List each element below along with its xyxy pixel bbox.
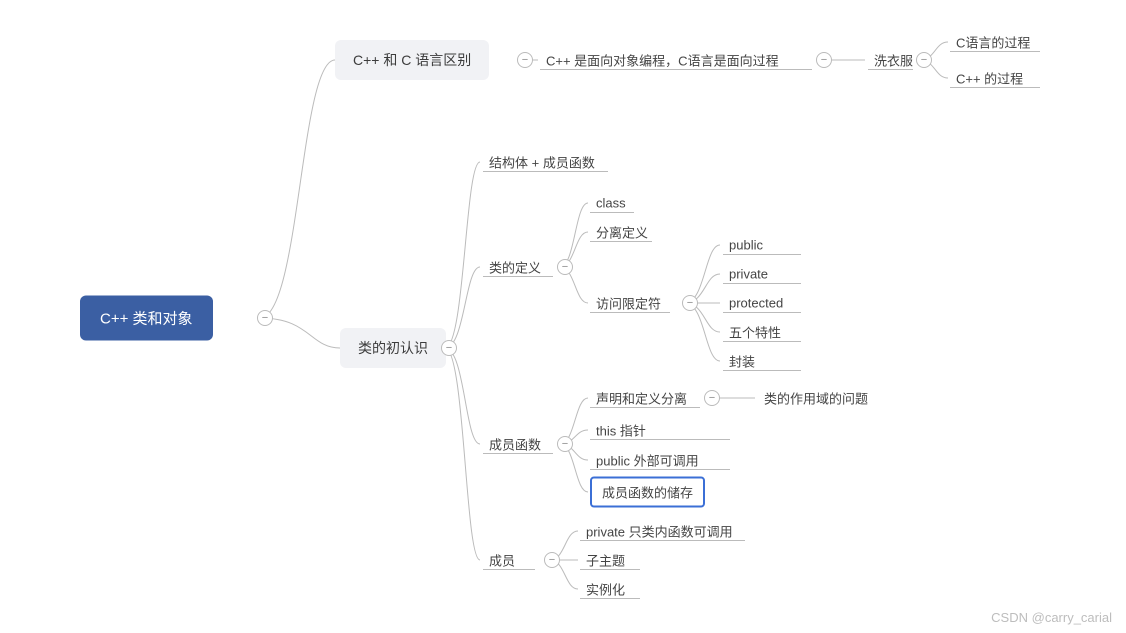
underline — [483, 276, 553, 277]
toggle-laundry[interactable] — [916, 52, 932, 68]
underline — [483, 171, 608, 172]
underline — [580, 540, 745, 541]
underline — [723, 254, 801, 255]
underline — [950, 87, 1040, 88]
toggle-class-def[interactable] — [557, 259, 573, 275]
toggle-cpp-vs-c[interactable] — [517, 52, 533, 68]
underline — [723, 312, 801, 313]
underline — [868, 69, 913, 70]
underline — [590, 212, 634, 213]
underline — [590, 241, 652, 242]
toggle-intro-class[interactable] — [441, 340, 457, 356]
node-cpp-vs-c[interactable]: C++ 和 C 语言区别 — [335, 40, 489, 80]
underline — [590, 469, 730, 470]
underline — [723, 341, 801, 342]
leaf-scope-issue[interactable]: 类的作用域的问题 — [758, 387, 874, 410]
underline — [483, 569, 535, 570]
root-node[interactable]: C++ 类和对象 — [80, 296, 213, 341]
toggle-member[interactable] — [544, 552, 560, 568]
toggle-access-spec[interactable] — [682, 295, 698, 311]
leaf-private[interactable]: private — [723, 265, 774, 284]
leaf-class[interactable]: class — [590, 194, 632, 213]
label: 类的初认识 — [358, 340, 428, 356]
underline — [723, 283, 801, 284]
underline — [723, 370, 801, 371]
leaf-public[interactable]: public — [723, 236, 769, 255]
toggle-decl-def-sep[interactable] — [704, 390, 720, 406]
leaf-protected[interactable]: protected — [723, 294, 789, 313]
toggle-member-func[interactable] — [557, 436, 573, 452]
underline — [580, 598, 640, 599]
watermark: CSDN @carry_carial — [991, 610, 1112, 625]
underline — [590, 312, 670, 313]
leaf-member-storage[interactable]: 成员函数的储存 — [590, 477, 705, 508]
underline — [590, 407, 700, 408]
root-label: C++ 类和对象 — [100, 311, 193, 328]
toggle-paradigm[interactable] — [816, 52, 832, 68]
toggle-root[interactable] — [257, 310, 273, 326]
underline — [483, 453, 553, 454]
underline — [580, 569, 640, 570]
label: C++ 和 C 语言区别 — [353, 52, 471, 68]
underline — [540, 69, 812, 70]
node-intro-class[interactable]: 类的初认识 — [340, 328, 446, 368]
underline — [590, 439, 730, 440]
underline — [950, 51, 1040, 52]
